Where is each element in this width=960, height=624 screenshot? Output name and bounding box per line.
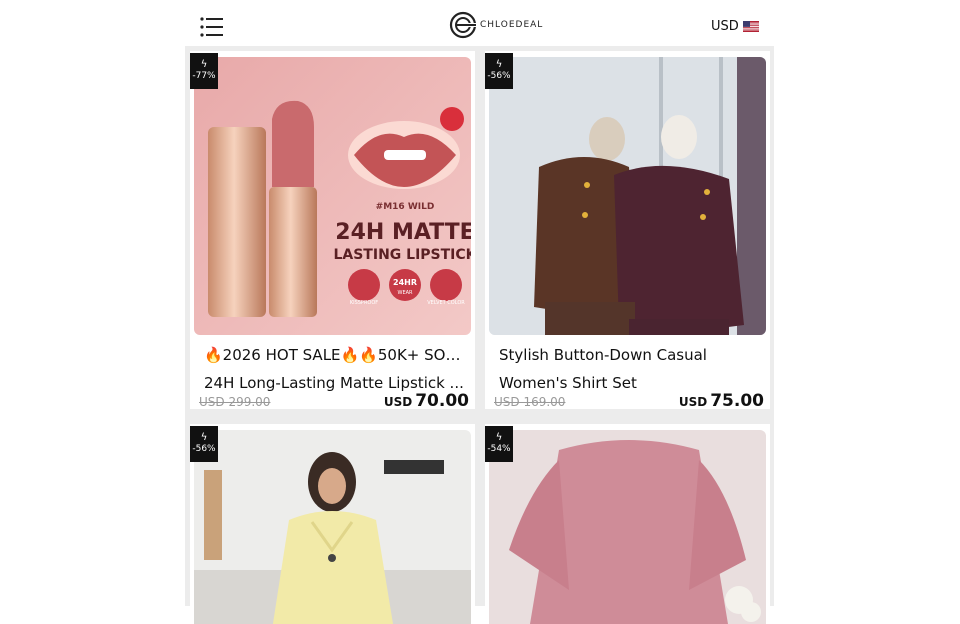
top-bar: CHLOEDEAL USD xyxy=(0,0,960,52)
lightning-bolt-icon: ϟ xyxy=(495,59,503,70)
us-flag-icon xyxy=(742,21,759,32)
logo-mark-icon xyxy=(449,11,477,39)
product-card[interactable]: ϟ -54% xyxy=(485,424,770,624)
product-title-line: Stylish Button-Down Casual xyxy=(499,346,707,364)
product-title[interactable]: Stylish Button-Down Casual Women's Shirt… xyxy=(499,341,763,397)
hamburger-menu-icon[interactable] xyxy=(200,16,224,38)
price-currency: USD xyxy=(678,395,708,409)
product-image[interactable] xyxy=(194,430,471,624)
product-title[interactable]: 🔥2026 HOT SALE🔥🔥50K+ SOLD!🔥🔥 24H Long-La… xyxy=(204,341,468,397)
discount-badge: ϟ -56% xyxy=(485,53,513,89)
product-image[interactable]: #M16 WILD 24H MATTE LASTING LIPSTICK KIS… xyxy=(194,57,471,335)
discount-label: -77% xyxy=(192,71,216,81)
discount-badge: ϟ -77% xyxy=(190,53,218,89)
price-currency: USD xyxy=(383,395,413,409)
discount-label: -54% xyxy=(487,444,511,454)
product-title-line: 🔥2026 HOT SALE🔥🔥50K+ SOLD!🔥🔥 xyxy=(204,346,468,364)
brand-logo[interactable]: CHLOEDEAL xyxy=(448,11,543,39)
original-price: USD 169.00 xyxy=(494,395,566,409)
product-card[interactable]: ϟ -56% xyxy=(190,424,475,624)
image-headline: 24H MATTE xyxy=(335,220,471,245)
product-card[interactable]: ϟ -77% #M16 WILD 24H MATTE LASTING LIPST… xyxy=(190,51,475,409)
lightning-bolt-icon: ϟ xyxy=(200,59,208,70)
lightning-bolt-icon: ϟ xyxy=(495,432,503,443)
feature-24hr: 24HR xyxy=(393,278,417,287)
product-grid: ϟ -77% #M16 WILD 24H MATTE LASTING LIPST… xyxy=(185,46,774,624)
product-image[interactable] xyxy=(489,430,766,624)
feature-velvet: VELVET COLOR xyxy=(427,300,465,306)
lightning-bolt-icon: ϟ xyxy=(200,432,208,443)
original-price: USD 299.00 xyxy=(199,395,271,409)
price-amount: 70.00 xyxy=(415,391,469,409)
product-card[interactable]: ϟ -56% Stylish Button-Down Casual Women'… xyxy=(485,51,770,409)
discount-badge: ϟ -54% xyxy=(485,426,513,462)
image-subheadline: LASTING LIPSTICK xyxy=(333,247,471,263)
shade-label: #M16 WILD xyxy=(376,202,435,212)
product-image[interactable] xyxy=(489,57,766,335)
sale-price: USD 75.00 xyxy=(679,391,764,409)
feature-kissproof: KISSPROOF xyxy=(350,300,378,306)
price-amount: 75.00 xyxy=(710,391,764,409)
discount-badge: ϟ -56% xyxy=(190,426,218,462)
logo-text: CHLOEDEAL xyxy=(480,20,544,30)
currency-selector[interactable]: USD xyxy=(711,19,759,34)
discount-label: -56% xyxy=(487,71,511,81)
currency-label: USD xyxy=(711,19,739,34)
discount-label: -56% xyxy=(192,444,216,454)
feature-wear: WEAR xyxy=(398,290,414,296)
sale-price: USD 70.00 xyxy=(384,391,469,409)
